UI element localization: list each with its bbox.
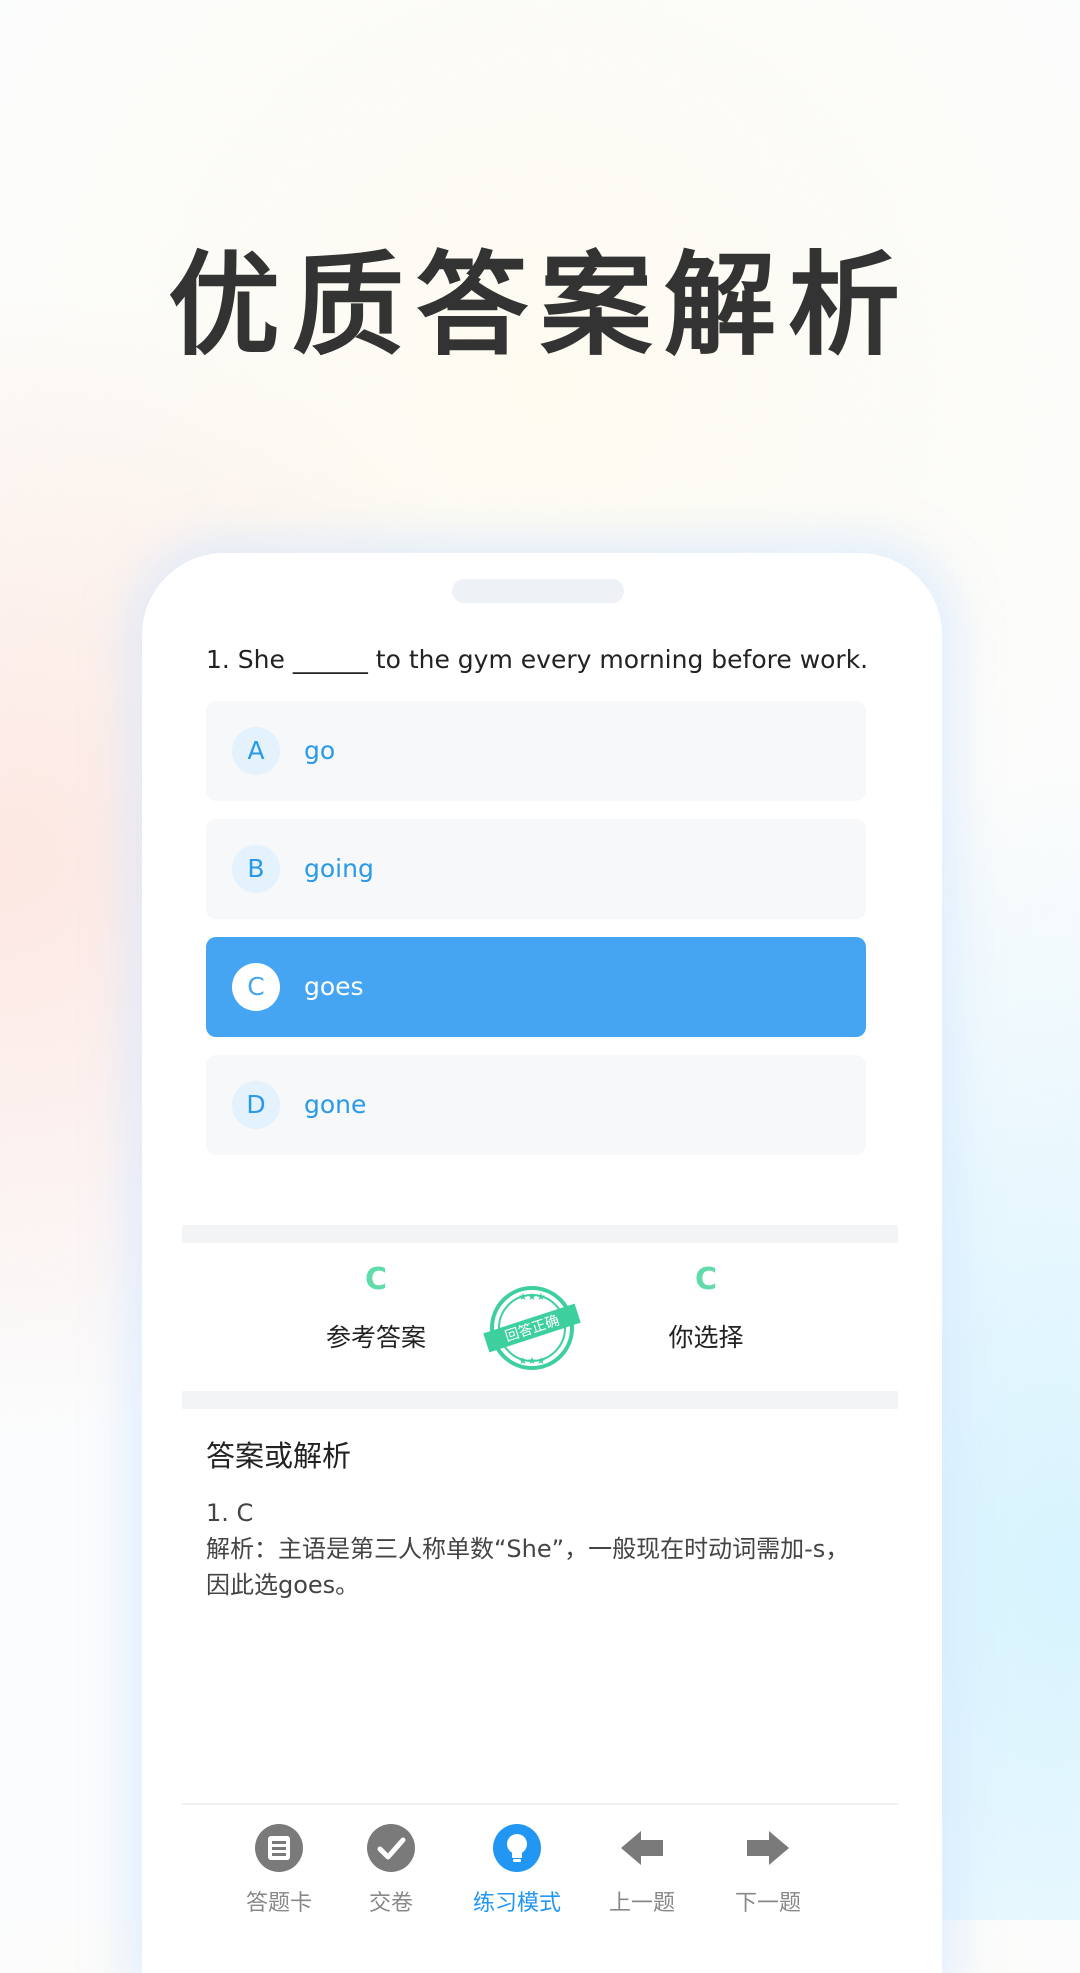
section-divider [182, 1391, 898, 1409]
phone-frame: 1. She ______ to the gym every morning b… [142, 553, 942, 1973]
reference-answer-letter: C [364, 1262, 388, 1297]
section-divider [182, 1225, 898, 1243]
nav-answer-card[interactable]: 答题卡 [219, 1823, 339, 1917]
nav-next[interactable]: 下一题 [708, 1823, 828, 1917]
option-text: goes [304, 972, 364, 1001]
option-letter: A [232, 727, 280, 775]
nav-label: 答题卡 [245, 1891, 312, 1916]
option-text: go [304, 736, 336, 765]
nav-label: 上一题 [608, 1891, 675, 1916]
nav-label: 下一题 [734, 1891, 801, 1916]
nav-submit[interactable]: 交卷 [331, 1823, 451, 1917]
check-icon [367, 1824, 415, 1872]
svg-text:★★★: ★★★ [519, 1356, 546, 1367]
arrow-left-icon [621, 1831, 663, 1865]
nav-label: 练习模式 [472, 1891, 561, 1916]
phone-notch [452, 579, 624, 603]
option-b[interactable]: B going [206, 819, 866, 919]
analysis-answer: 1. C [206, 1499, 254, 1527]
your-answer: C 你选择 [606, 1262, 806, 1354]
svg-text:★★★: ★★★ [519, 1292, 546, 1303]
your-answer-label: 你选择 [668, 1323, 744, 1352]
reference-answer-label: 参考答案 [325, 1323, 426, 1352]
stamp-text: 回答正确 [503, 1312, 562, 1345]
option-letter: D [232, 1081, 280, 1129]
analysis-body: 1. C 解析：主语是第三人称单数“She”，一般现在时动词需加-s，因此选go… [206, 1495, 866, 1603]
question-text: 1. She ______ to the gym every morning b… [206, 645, 869, 674]
option-text: going [304, 854, 374, 883]
correct-stamp-icon: ★★★ ★★★ 回答正确 [483, 1286, 581, 1370]
option-d[interactable]: D gone [206, 1055, 866, 1155]
list-icon [255, 1824, 303, 1872]
option-letter: B [232, 845, 280, 893]
your-answer-letter: C [694, 1262, 718, 1297]
option-text: gone [304, 1090, 367, 1119]
nav-practice-mode[interactable]: 练习模式 [457, 1823, 577, 1917]
lightbulb-icon [493, 1824, 541, 1872]
option-c[interactable]: C goes [206, 937, 866, 1037]
arrow-right-icon [747, 1831, 789, 1865]
option-letter: C [232, 963, 280, 1011]
nav-label: 交卷 [368, 1891, 413, 1916]
analysis-explanation: 解析：主语是第三人称单数“She”，一般现在时动词需加-s，因此选goes。 [206, 1535, 850, 1599]
page-headline: 优质答案解析 [168, 241, 912, 371]
nav-previous[interactable]: 上一题 [582, 1823, 702, 1917]
bottom-nav: 答题卡 交卷 练习模式 上一题 下一题 [182, 1803, 898, 1925]
option-a[interactable]: A go [206, 701, 866, 801]
analysis-title: 答案或解析 [206, 1439, 352, 1473]
reference-answer: C 参考答案 [276, 1262, 476, 1354]
